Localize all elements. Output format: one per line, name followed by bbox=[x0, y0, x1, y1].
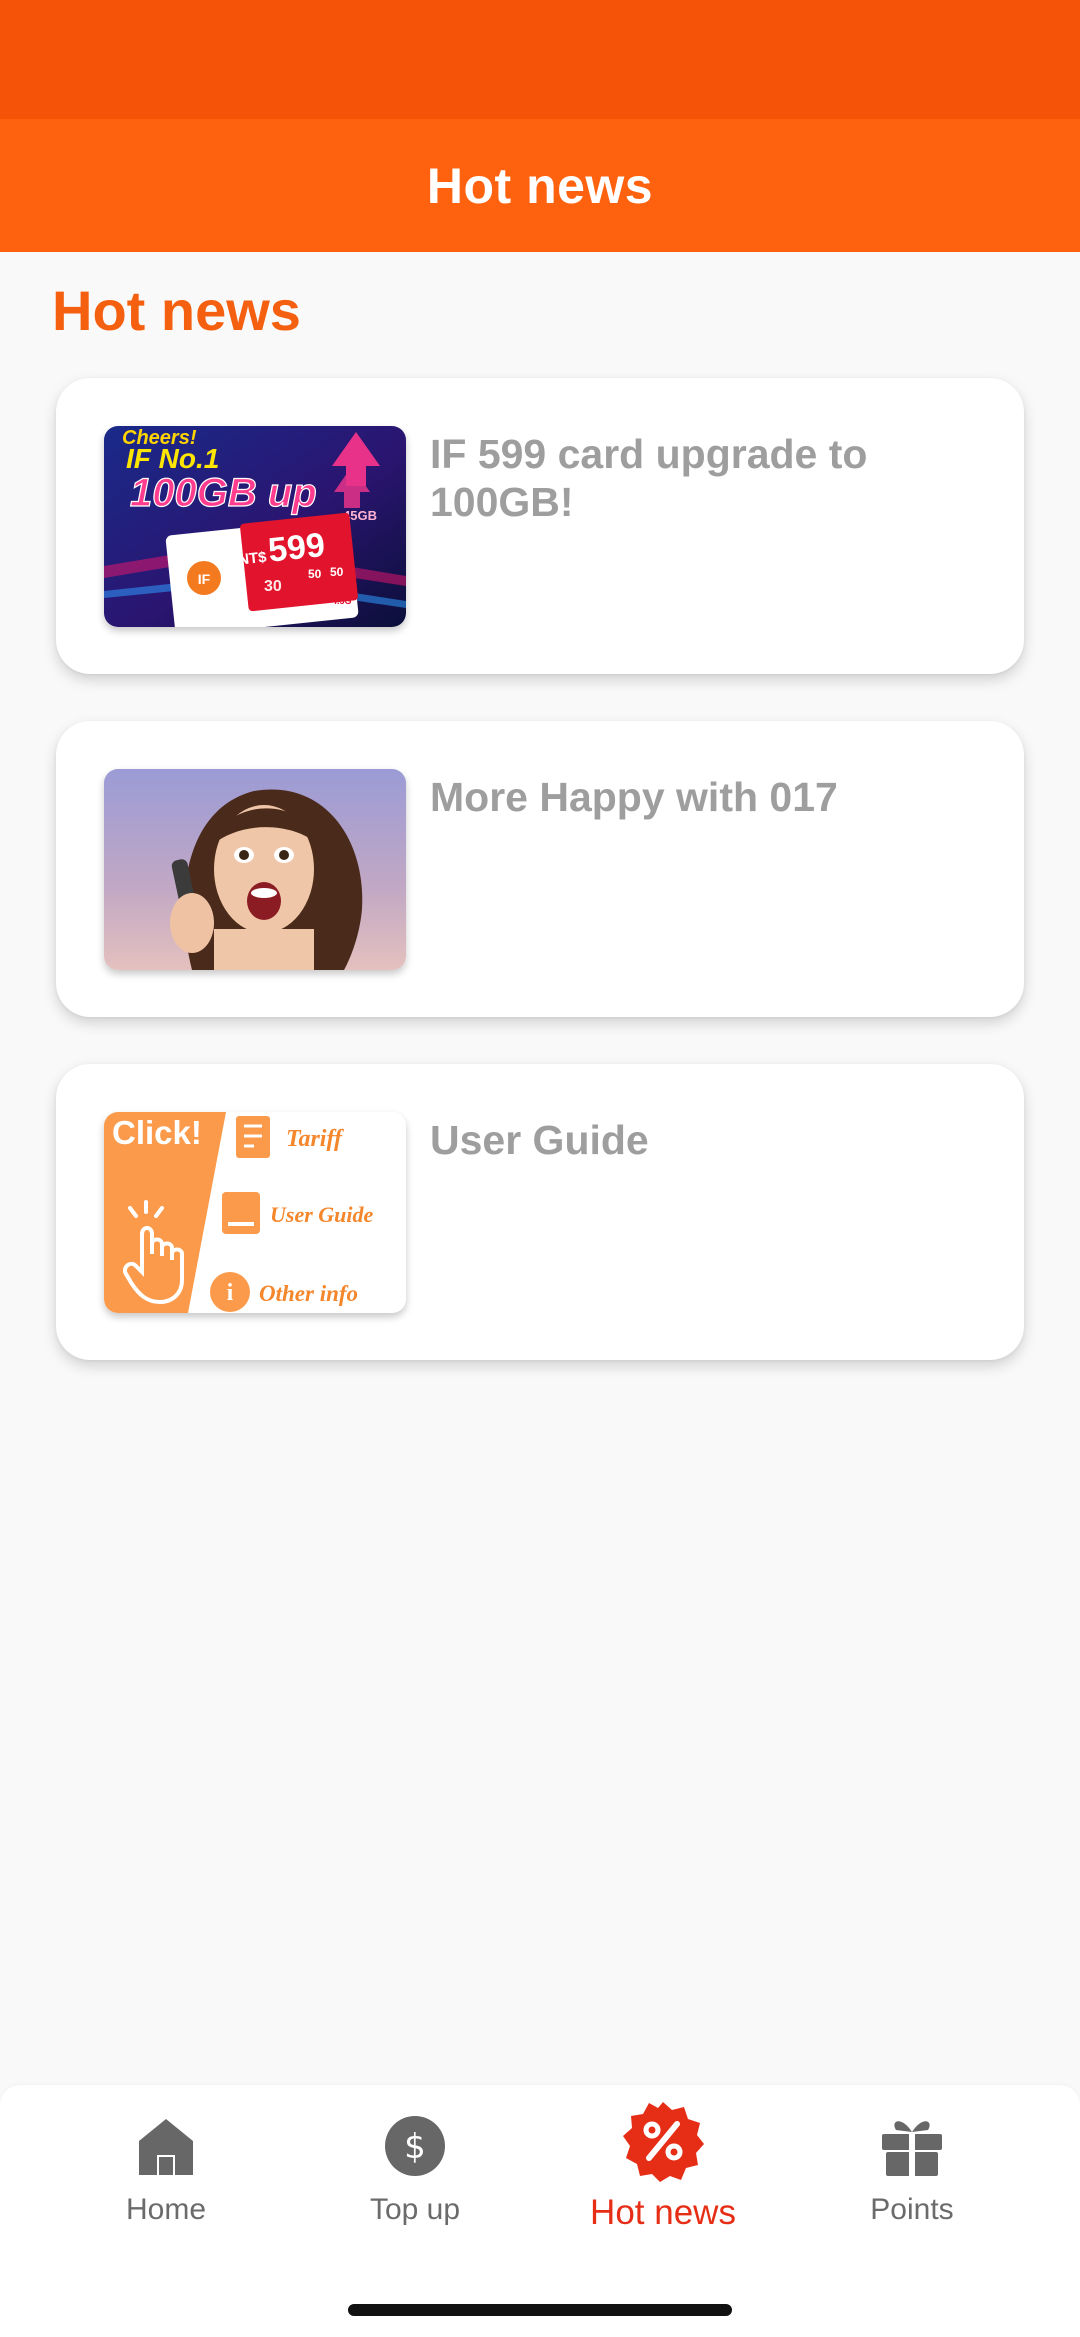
thumb-item-user-guide: User Guide bbox=[270, 1202, 374, 1227]
news-thumbnail-if599: Cheers! IF No.1 100GB up 45GB NT$ 599 IF… bbox=[104, 426, 406, 627]
nav-label-top-up: Top up bbox=[369, 2193, 461, 2226]
app-header: Hot news bbox=[0, 119, 1080, 252]
nav-label-points: Points bbox=[870, 2193, 954, 2226]
thumb-big-text: 100GB up bbox=[130, 471, 317, 515]
home-indicator bbox=[348, 2304, 732, 2316]
thumb-extra-1: 50 bbox=[308, 567, 322, 581]
svg-text:$: $ bbox=[404, 2127, 426, 2167]
thumb-click-text: Click! bbox=[112, 1114, 202, 1151]
nav-item-home[interactable]: Home bbox=[41, 2085, 291, 2255]
section-title: Hot news bbox=[52, 279, 301, 342]
thumb-price: 599 bbox=[266, 526, 326, 570]
news-title: User Guide bbox=[430, 1117, 649, 1163]
bottom-nav: Home $ Top up Hot news Points bbox=[0, 2085, 1080, 2337]
gift-icon bbox=[877, 2111, 947, 2181]
svg-text:i: i bbox=[227, 1280, 234, 1306]
news-thumbnail-user-guide: Click! Tariff User Guide i Other info bbox=[104, 1112, 406, 1313]
news-card-user-guide[interactable]: Click! Tariff User Guide i Other info Us… bbox=[56, 1064, 1024, 1360]
thumb-extra-2: 50 bbox=[330, 565, 344, 579]
news-list: Cheers! IF No.1 100GB up 45GB NT$ 599 IF… bbox=[56, 378, 1024, 1407]
news-title: More Happy with 017 bbox=[430, 774, 838, 820]
thumb-item-other-info: Other info bbox=[259, 1281, 358, 1306]
news-card-if599[interactable]: Cheers! IF No.1 100GB up 45GB NT$ 599 IF… bbox=[56, 378, 1024, 674]
thumb-price-currency: NT$ bbox=[237, 549, 268, 569]
percent-badge-icon bbox=[621, 2099, 705, 2183]
home-icon bbox=[131, 2111, 201, 2181]
status-bar bbox=[0, 0, 1080, 119]
page-title: Hot news bbox=[426, 157, 654, 214]
thumb-card-logo: IF bbox=[198, 571, 211, 587]
news-card-happy-017[interactable]: More Happy with 017 bbox=[56, 721, 1024, 1017]
nav-label-hot-news: Hot news bbox=[590, 2193, 736, 2232]
nav-item-points[interactable]: Points bbox=[787, 2085, 1037, 2255]
nav-item-hot-news[interactable]: Hot news bbox=[538, 2085, 788, 2255]
nav-label-home: Home bbox=[125, 2193, 207, 2226]
thumb-days: 30 bbox=[264, 578, 282, 595]
thumb-network: 4.5G bbox=[332, 596, 352, 606]
thumb-item-tariff: Tariff bbox=[286, 1126, 344, 1152]
news-thumbnail-happy-017 bbox=[104, 769, 406, 970]
nav-item-top-up[interactable]: $ Top up bbox=[290, 2085, 540, 2255]
thumb-headline-text: IF No.1 bbox=[126, 443, 219, 474]
news-title: IF 599 card upgrade to 100GB! bbox=[430, 431, 868, 525]
dollar-icon: $ bbox=[380, 2111, 450, 2181]
